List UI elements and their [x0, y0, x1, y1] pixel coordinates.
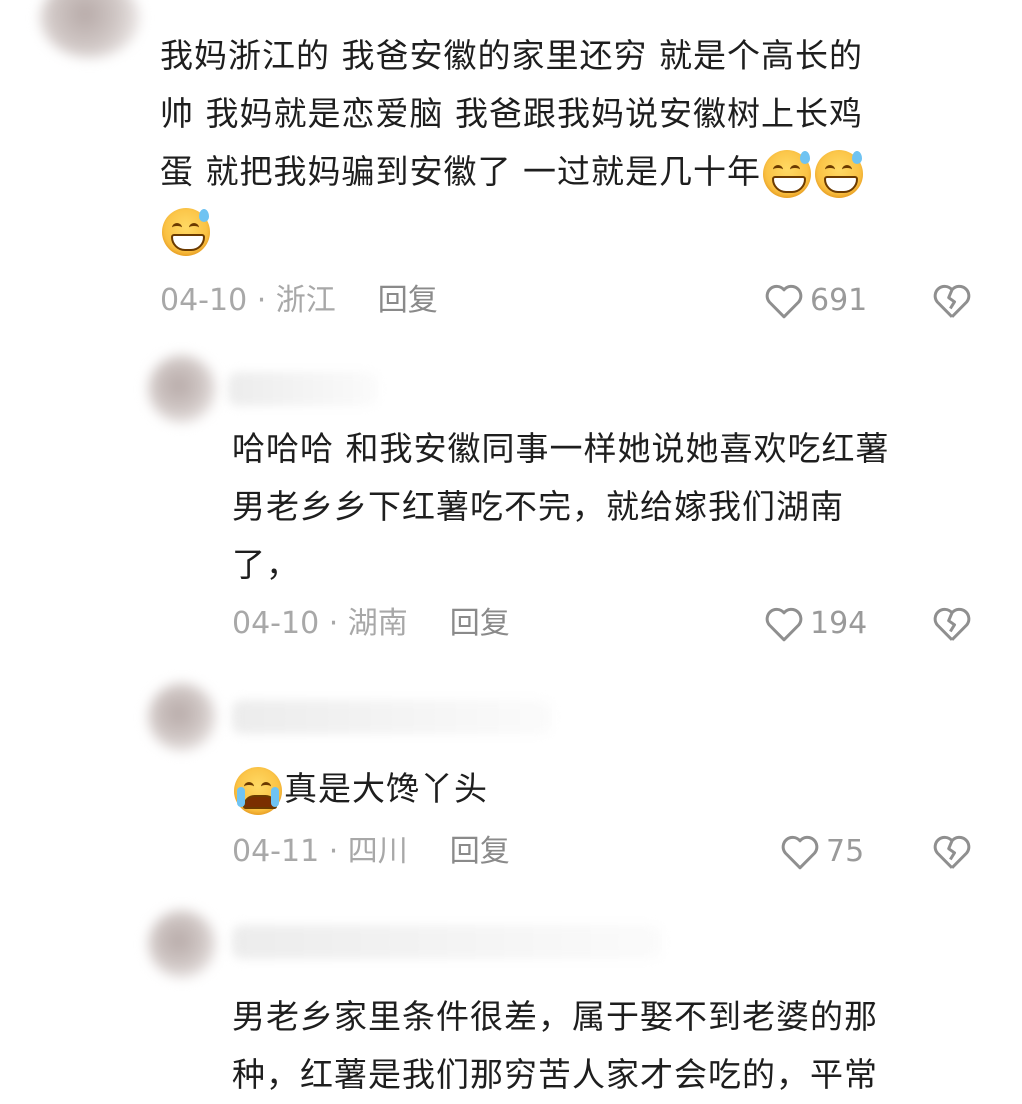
grinning-sweat-emoji [814, 149, 863, 198]
heart-outline-icon [765, 284, 803, 319]
comment-date: 04-10 [232, 606, 320, 641]
comment-region: 浙江 [275, 283, 336, 318]
avatar[interactable] [148, 683, 216, 751]
comment-date: 04-10 [160, 283, 248, 318]
comment-region: 湖南 [347, 606, 408, 641]
comment-text: 哈哈哈 和我安徽同事一样她说她喜欢吃红薯 男老乡乡下红薯吃不完，就给嫁我们湖南 … [232, 429, 890, 584]
broken-heart-icon[interactable] [932, 833, 972, 871]
broken-heart-icon[interactable] [932, 282, 972, 320]
heart-outline-icon [781, 835, 819, 870]
like-count: 691 [810, 283, 868, 318]
crying-laughing-emoji [234, 766, 282, 815]
comment-text: 真是大馋丫头 [232, 760, 488, 818]
grinning-sweat-emoji [162, 207, 210, 256]
username-blurred[interactable] [232, 700, 552, 734]
like-button[interactable]: 194 [764, 604, 867, 644]
comment-meta: 04-10 · 浙江 回复 [160, 283, 438, 318]
comment-text: 我妈浙江的 我爸安徽的家里还穷 就是个高长的 帅 我妈就是恋爱脑 我爸跟我妈说安… [160, 27, 865, 259]
like-count: 194 [810, 606, 868, 641]
grinning-sweat-emoji [762, 149, 811, 198]
broken-heart-icon[interactable] [932, 605, 972, 643]
like-button[interactable]: 75 [780, 832, 864, 872]
comment-meta: 04-10 · 湖南 回复 [232, 606, 510, 641]
avatar[interactable] [40, 0, 140, 58]
reply-button[interactable]: 回复 [378, 283, 438, 318]
comment-text: 男老乡家里条件很差，属于娶不到老婆的那 种，红薯是我们那穷苦人家才会吃的，平常 [232, 997, 878, 1094]
avatar[interactable] [148, 910, 216, 978]
heart-outline-icon [765, 607, 803, 642]
like-count: 75 [826, 834, 865, 869]
username-blurred[interactable] [228, 372, 378, 406]
comment-date: 04-11 [232, 834, 320, 869]
avatar[interactable] [148, 355, 216, 423]
comment-meta: 04-11 · 四川 回复 [232, 834, 510, 869]
username-blurred[interactable] [232, 925, 662, 959]
comment-region: 四川 [347, 834, 408, 869]
like-button[interactable]: 691 [764, 281, 867, 321]
reply-button[interactable]: 回复 [450, 834, 510, 869]
reply-button[interactable]: 回复 [450, 606, 510, 641]
